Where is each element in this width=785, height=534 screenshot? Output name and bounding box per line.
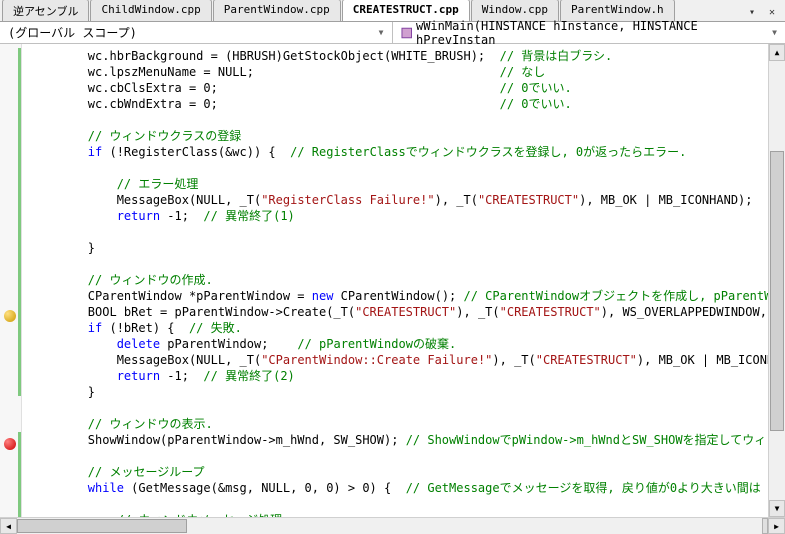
code-line [30,224,768,240]
code-line: // メッセージループ [30,464,768,480]
scroll-up-button[interactable]: ▲ [769,44,785,61]
code-line: MessageBox(NULL, _T("CParentWindow::Crea… [30,352,768,368]
change-bar [18,432,21,517]
code-line: ShowWindow(pParentWindow->m_hWnd, SW_SHO… [30,432,768,448]
code-line [30,160,768,176]
code-line: wc.lpszMenuName = NULL; // なし [30,64,768,80]
code-line [30,496,768,512]
scope-left-dropdown[interactable]: (グローバル スコープ) ▼ [0,22,393,43]
code-line: CParentWindow *pParentWindow = new CPare… [30,288,768,304]
hscroll-thumb[interactable] [17,519,187,533]
code-line: wc.hbrBackground = (HBRUSH)GetStockObjec… [30,48,768,64]
chevron-down-icon: ▼ [379,28,384,37]
code-line: return -1; // 異常終了(2) [30,368,768,384]
code-line: } [30,384,768,400]
code-line: if (!RegisterClass(&wc)) { // RegisterCl… [30,144,768,160]
code-line: delete pParentWindow; // pParentWindowの破… [30,336,768,352]
vertical-scrollbar[interactable]: ▲ ▼ [768,44,785,517]
code-line [30,112,768,128]
code-line: MessageBox(NULL, _T("RegisterClass Failu… [30,192,768,208]
chevron-down-icon: ▼ [772,28,777,37]
code-line: // ウィンドウメッセージ処理 [30,512,768,517]
code-line [30,448,768,464]
gutter[interactable] [0,44,22,517]
dropdown-icon[interactable]: ▾ [745,5,759,19]
tab-逆アセンブル[interactable]: 逆アセンブル [2,0,89,21]
code-line: // ウィンドウの作成. [30,272,768,288]
scroll-left-button[interactable]: ◀ [0,518,17,534]
editor: wc.hbrBackground = (HBRUSH)GetStockObjec… [0,44,785,517]
scope-bar: (グローバル スコープ) ▼ wWinMain(HINSTANCE hInsta… [0,22,785,44]
horizontal-scrollbar[interactable]: ◀ ▶ [0,517,785,534]
code-area[interactable]: wc.hbrBackground = (HBRUSH)GetStockObjec… [22,44,768,517]
code-line [30,256,768,272]
code-line [30,400,768,416]
change-bar [18,48,21,396]
code-line: return -1; // 異常終了(1) [30,208,768,224]
scroll-right-button[interactable]: ▶ [768,518,785,534]
function-icon [401,27,412,39]
code-line: // ウィンドウクラスの登録 [30,128,768,144]
scope-left-text: (グローバル スコープ) [8,24,137,41]
tab-ParentWindow-cpp[interactable]: ParentWindow.cpp [213,0,341,21]
vscroll-thumb[interactable] [770,151,784,431]
code-line: if (!bRet) { // 失敗. [30,320,768,336]
scroll-down-button[interactable]: ▼ [769,500,785,517]
code-line: } [30,240,768,256]
code-line: wc.cbWndExtra = 0; // 0でいい. [30,96,768,112]
code-line: BOOL bRet = pParentWindow->Create(_T("CR… [30,304,768,320]
code-line: while (GetMessage(&msg, NULL, 0, 0) > 0)… [30,480,768,496]
tab-ChildWindow-cpp[interactable]: ChildWindow.cpp [90,0,211,21]
scope-right-text: wWinMain(HINSTANCE hInstance, HINSTANCE … [416,19,768,47]
code-line: // エラー処理 [30,176,768,192]
code-line: // ウィンドウの表示. [30,416,768,432]
breakpoint-yellow[interactable] [4,310,16,322]
hscroll-track[interactable] [17,518,762,534]
breakpoint-red[interactable] [4,438,16,450]
vscroll-track[interactable] [769,61,785,500]
code-line: wc.cbClsExtra = 0; // 0でいい. [30,80,768,96]
close-icon[interactable]: ✕ [765,5,779,19]
scope-right-dropdown[interactable]: wWinMain(HINSTANCE hInstance, HINSTANCE … [393,22,785,43]
